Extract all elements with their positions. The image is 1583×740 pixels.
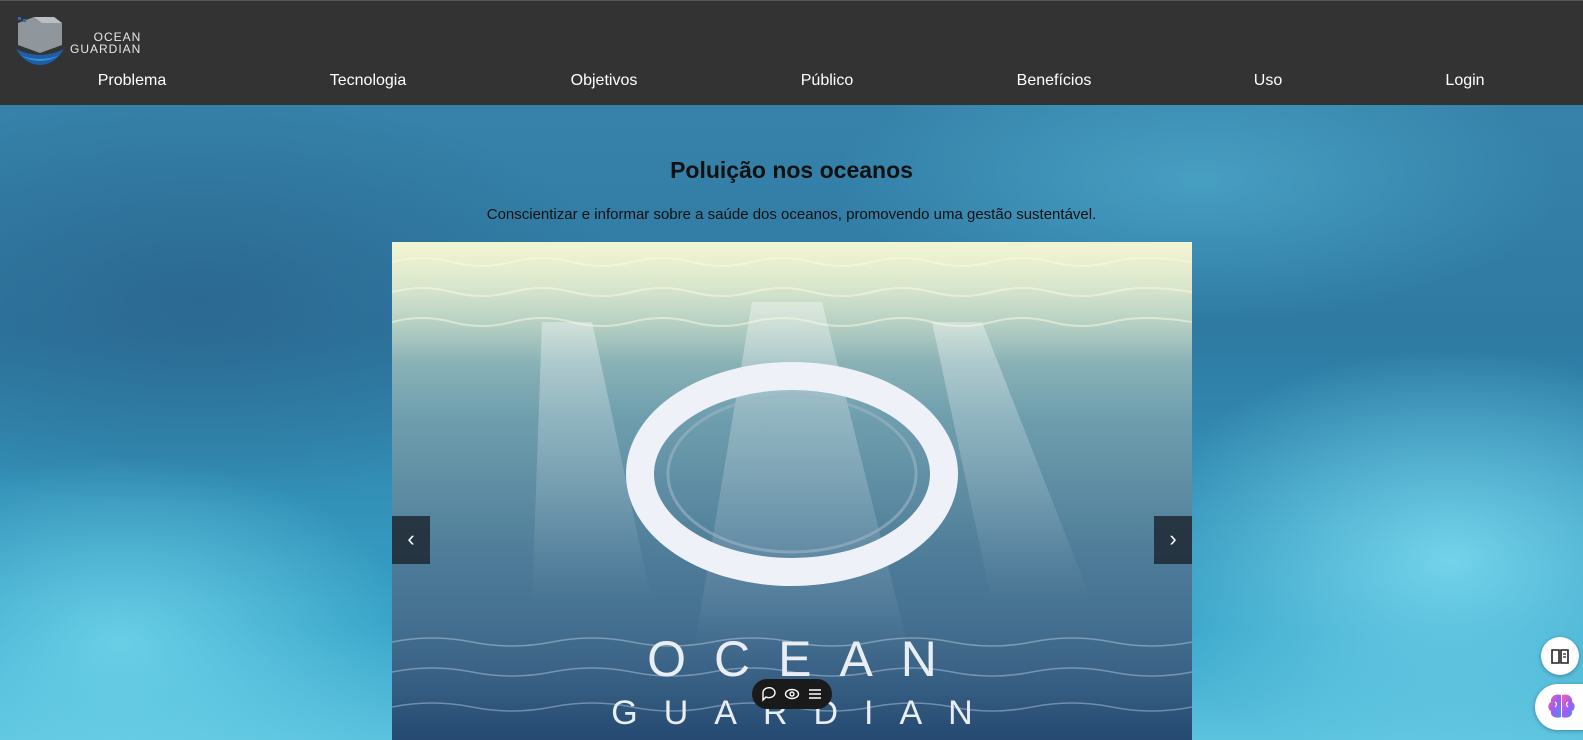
nav-item-problema[interactable]: Problema [98,69,166,93]
reader-button[interactable] [1541,637,1579,675]
page-title: Poluição nos oceanos [670,157,913,183]
site-header: OCEAN GUARDIAN Problema Tecnologia Objet… [0,0,1583,105]
chat-icon[interactable] [761,686,777,702]
nav-item-uso[interactable]: Uso [1254,69,1282,93]
brain-icon [1548,694,1575,718]
main-nav: Problema Tecnologia Objetivos Público Be… [0,69,1583,95]
nav-item-objetivos[interactable]: Objetivos [571,69,638,93]
nav-item-publico[interactable]: Público [801,69,853,93]
nav-item-tecnologia[interactable]: Tecnologia [330,69,407,93]
image-carousel: OCEAN GUARDIAN ‹ › [392,242,1192,740]
ocean-guardian-logo[interactable]: OCEAN GUARDIAN [14,15,154,69]
nav-item-beneficios[interactable]: Benefícios [1017,69,1092,93]
carousel-prev-button[interactable]: ‹ [392,516,430,564]
logo-wordmark: OCEAN GUARDIAN [70,31,141,55]
menu-icon[interactable] [807,686,823,702]
nav-item-login[interactable]: Login [1445,69,1484,93]
ai-assistant-button[interactable] [1535,684,1583,730]
floating-toolbar [752,679,832,709]
carousel-next-button[interactable]: › [1154,516,1192,564]
shield-logo-icon [16,17,64,65]
reader-icon [1551,649,1569,664]
eye-icon[interactable] [784,686,800,702]
page-subtitle: Conscientizar e informar sobre a saúde d… [486,206,1097,223]
logo-word-guardian: GUARDIAN [70,42,142,56]
